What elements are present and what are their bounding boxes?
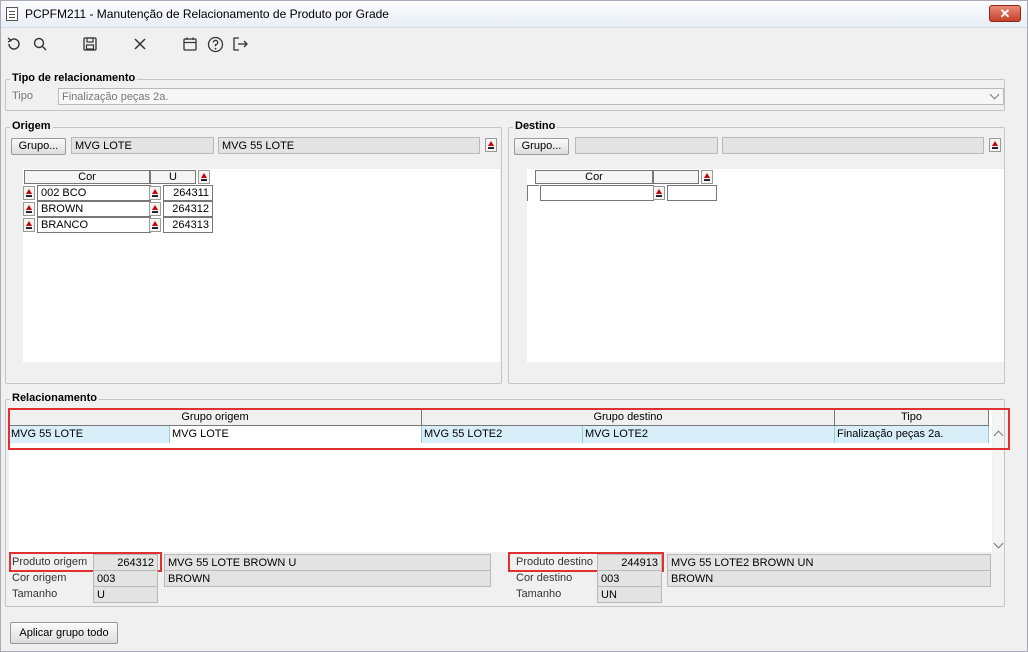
document-icon: [6, 7, 18, 21]
origem-legend: Origem: [10, 120, 53, 132]
cor-origem-desc: BROWN: [164, 570, 491, 587]
help-icon[interactable]: [204, 33, 226, 55]
produto-destino-desc: MVG 55 LOTE2 BROWN UN: [667, 554, 991, 571]
destino-col-eject-icon[interactable]: [701, 170, 713, 184]
relacionamento-group: Relacionamento Grupo origem Grupo destin…: [5, 392, 1010, 607]
window-title: PCPFM211 - Manutenção de Relacionamento …: [25, 7, 389, 21]
destino-row-marker: [527, 185, 539, 201]
main-window: PCPFM211 - Manutenção de Relacionamento …: [0, 0, 1028, 652]
calendar-icon[interactable]: [179, 33, 201, 55]
toolbar: [1, 29, 1027, 59]
destino-grupo-code[interactable]: [575, 137, 718, 154]
tipo-relacionamento-legend: Tipo de relacionamento: [10, 72, 138, 84]
exit-icon[interactable]: [229, 33, 251, 55]
row-eject-icon[interactable]: [23, 186, 35, 200]
destino-col-cor: Cor: [535, 170, 653, 184]
tipo-label: Tipo: [12, 90, 33, 102]
origem-grupo-button[interactable]: Grupo...: [11, 138, 66, 155]
origem-cor-cell[interactable]: BROWN: [37, 201, 151, 217]
cancel-icon[interactable]: [129, 33, 151, 55]
tamanho-origem-value: U: [93, 586, 158, 603]
chevron-down-icon: [989, 89, 1000, 100]
title-bar: PCPFM211 - Manutenção de Relacionamento …: [1, 1, 1027, 28]
origem-grupo-desc: MVG 55 LOTE: [218, 137, 480, 154]
search-icon[interactable]: [29, 33, 51, 55]
highlight-produto-origem: [9, 552, 162, 572]
origem-cor-cell[interactable]: BRANCO: [37, 217, 151, 233]
relacionamento-legend: Relacionamento: [10, 392, 99, 404]
destino-col-value: [653, 170, 699, 184]
destino-cor-cell[interactable]: [540, 185, 654, 201]
row-eject-icon[interactable]: [23, 202, 35, 216]
origem-col-u: U: [150, 170, 196, 184]
highlight-produto-destino: [508, 552, 664, 572]
tamanho-destino-label: Tamanho: [516, 588, 562, 600]
destino-grupo-desc: [722, 137, 984, 154]
tipo-relacionamento-group: Tipo de relacionamento Tipo Finalização …: [5, 72, 1005, 111]
origem-grupo-code[interactable]: MVG LOTE: [71, 137, 214, 154]
destino-grupo-button[interactable]: Grupo...: [514, 138, 569, 155]
origem-col-cor: Cor: [24, 170, 150, 184]
cor-origem-label: Cor origem: [12, 572, 67, 584]
destino-legend: Destino: [513, 120, 558, 132]
origem-col-eject-icon[interactable]: [198, 170, 210, 184]
origem-u-cell[interactable]: 264311: [163, 185, 213, 201]
cor-origem-code: 003: [93, 570, 158, 587]
tamanho-destino-value: UN: [597, 586, 662, 603]
cor-destino-code: 003: [597, 570, 662, 587]
origem-u-cell[interactable]: 264313: [163, 217, 213, 233]
tipo-select[interactable]: Finalização peças 2a.: [58, 88, 1004, 105]
produto-origem-desc: MVG 55 LOTE BROWN U: [164, 554, 491, 571]
origem-group: Origem Grupo... MVG LOTE MVG 55 LOTE Cor…: [5, 120, 502, 384]
destino-eject-icon[interactable]: [989, 138, 1001, 152]
aplicar-grupo-todo-button[interactable]: Aplicar grupo todo: [10, 622, 118, 644]
origem-eject-icon[interactable]: [485, 138, 497, 152]
highlight-grid-row: [8, 408, 1010, 450]
origem-u-cell[interactable]: 264312: [163, 201, 213, 217]
row-eject-icon[interactable]: [653, 186, 665, 200]
row-eject-icon[interactable]: [149, 186, 161, 200]
cor-destino-desc: BROWN: [667, 570, 991, 587]
close-button[interactable]: ✕: [989, 5, 1021, 22]
tipo-value: Finalização peças 2a.: [62, 91, 169, 103]
save-icon[interactable]: [79, 33, 101, 55]
cor-destino-label: Cor destino: [516, 572, 573, 584]
row-eject-icon[interactable]: [149, 218, 161, 232]
origem-cor-cell[interactable]: 002 BCO: [37, 185, 151, 201]
tamanho-origem-label: Tamanho: [12, 588, 58, 600]
row-eject-icon[interactable]: [149, 202, 161, 216]
destino-value-cell[interactable]: [667, 185, 717, 201]
row-eject-icon[interactable]: [23, 218, 35, 232]
destino-group: Destino Grupo... Cor: [508, 120, 1005, 384]
refresh-icon[interactable]: [3, 33, 25, 55]
chevron-down-icon[interactable]: [993, 538, 1004, 549]
